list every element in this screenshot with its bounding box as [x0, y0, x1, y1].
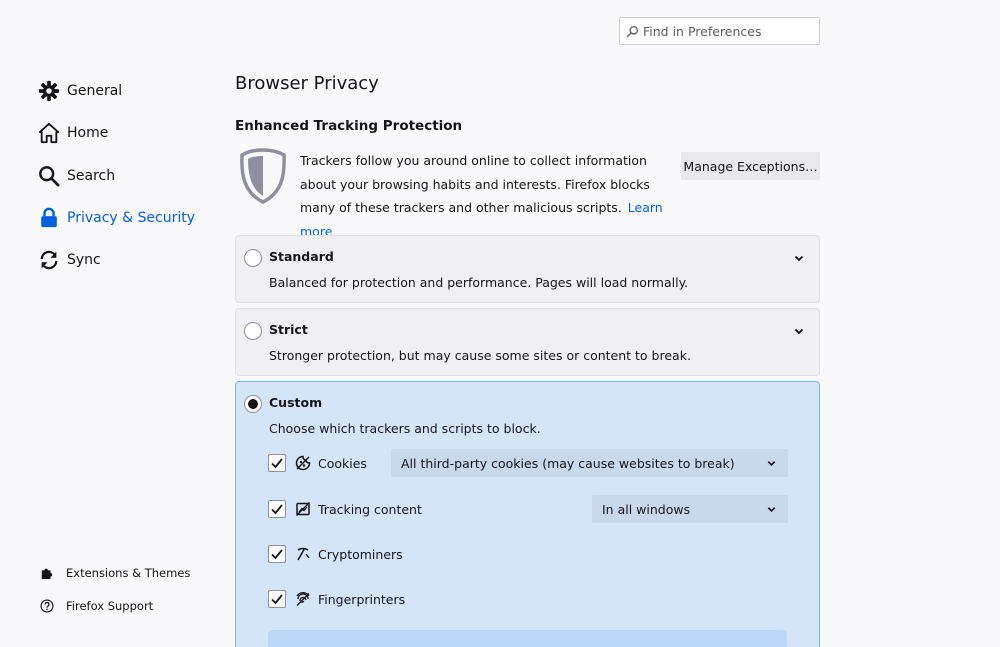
checkmark-icon [271, 504, 283, 515]
manage-exceptions-button[interactable]: Manage Exceptions… [681, 152, 820, 180]
extensions-themes-label: Extensions & Themes [66, 565, 191, 580]
option-standard[interactable]: Standard Balanced for protection and per… [235, 235, 820, 303]
cookies-select[interactable]: All third-party cookies (may cause websi… [391, 449, 788, 477]
etp-intro: Trackers follow you around online to col… [300, 149, 680, 243]
sidebar-item-search[interactable]: Search [38, 155, 195, 197]
sidebar-nav: General Home Search Privacy & Security S… [38, 70, 195, 281]
tracking-content-label: Tracking content [318, 501, 422, 517]
chevron-down-icon[interactable] [793, 325, 805, 337]
fingerprinters-row: Fingerprinters [268, 584, 405, 614]
cookies-label: Cookies [318, 455, 367, 471]
sidebar-item-label: Home [67, 125, 109, 142]
tracking-content-checkbox[interactable] [268, 500, 286, 518]
custom-radio[interactable] [244, 395, 262, 413]
standard-radio[interactable] [244, 249, 262, 267]
sidebar-item-general[interactable]: General [38, 70, 195, 112]
chevron-down-icon [767, 461, 776, 467]
sidebar-item-label: Sync [67, 252, 101, 269]
cryptominers-row: Cryptominers [268, 539, 403, 569]
cryptominers-label: Cryptominers [318, 546, 403, 562]
etp-intro-text: Trackers follow you around online to col… [300, 153, 650, 215]
checkmark-icon [271, 594, 283, 605]
extensions-themes-link[interactable]: Extensions & Themes [39, 556, 190, 589]
tracking-content-icon [295, 501, 311, 517]
checkmark-icon [271, 458, 283, 469]
checkmark-icon [271, 549, 283, 560]
search-field[interactable] [619, 17, 820, 45]
tracking-content-select[interactable]: In all windows [592, 495, 788, 523]
shield-icon [240, 148, 286, 204]
gear-icon [38, 80, 60, 102]
chevron-down-icon [767, 507, 776, 513]
etp-heading: Enhanced Tracking Protection [235, 118, 463, 134]
tracking-select-value: In all windows [602, 501, 691, 517]
option-title: Custom [269, 395, 323, 410]
sync-icon [38, 249, 60, 271]
sidebar-item-label: General [67, 83, 123, 100]
firefox-support-label: Firefox Support [66, 598, 154, 613]
home-icon [38, 122, 60, 144]
magnifier-icon [38, 165, 60, 187]
strict-radio[interactable] [244, 322, 262, 340]
option-description: Balanced for protection and performance.… [269, 275, 689, 290]
option-description: Choose which trackers and scripts to blo… [269, 421, 541, 436]
puzzle-icon [39, 565, 55, 581]
cookies-select-value: All third-party cookies (may cause websi… [401, 455, 735, 471]
cookies-checkbox[interactable] [268, 454, 286, 472]
firefox-support-link[interactable]: Firefox Support [39, 589, 190, 622]
sidebar-item-privacy[interactable]: Privacy & Security [38, 197, 195, 239]
cookie-icon [295, 455, 311, 471]
sidebar-item-label: Privacy & Security [67, 210, 195, 227]
option-strict[interactable]: Strict Stronger protection, but may caus… [235, 308, 820, 376]
search-input[interactable] [643, 23, 813, 39]
help-icon [39, 598, 55, 614]
sidebar-item-sync[interactable]: Sync [38, 239, 195, 281]
chevron-down-icon[interactable] [793, 252, 805, 264]
lock-icon [38, 207, 60, 229]
pickaxe-icon [295, 546, 311, 562]
sidebar-footer: Extensions & Themes Firefox Support [39, 556, 190, 622]
search-icon [626, 25, 639, 37]
option-title: Standard [269, 249, 334, 264]
fingerprinters-label: Fingerprinters [318, 591, 406, 607]
sidebar-item-label: Search [67, 167, 116, 184]
cryptominers-checkbox[interactable] [268, 545, 286, 563]
fingerprint-icon [295, 591, 311, 607]
cookies-row: Cookies [268, 448, 367, 478]
tracking-content-row: Tracking content [268, 494, 422, 524]
heads-up-notice [268, 630, 787, 647]
fingerprinters-checkbox[interactable] [268, 590, 286, 608]
option-custom[interactable]: Custom Choose which trackers and scripts… [235, 381, 820, 647]
sidebar-item-home[interactable]: Home [38, 112, 195, 154]
page-title: Browser Privacy [235, 73, 379, 94]
option-title: Strict [269, 322, 308, 337]
option-description: Stronger protection, but may cause some … [269, 348, 691, 363]
